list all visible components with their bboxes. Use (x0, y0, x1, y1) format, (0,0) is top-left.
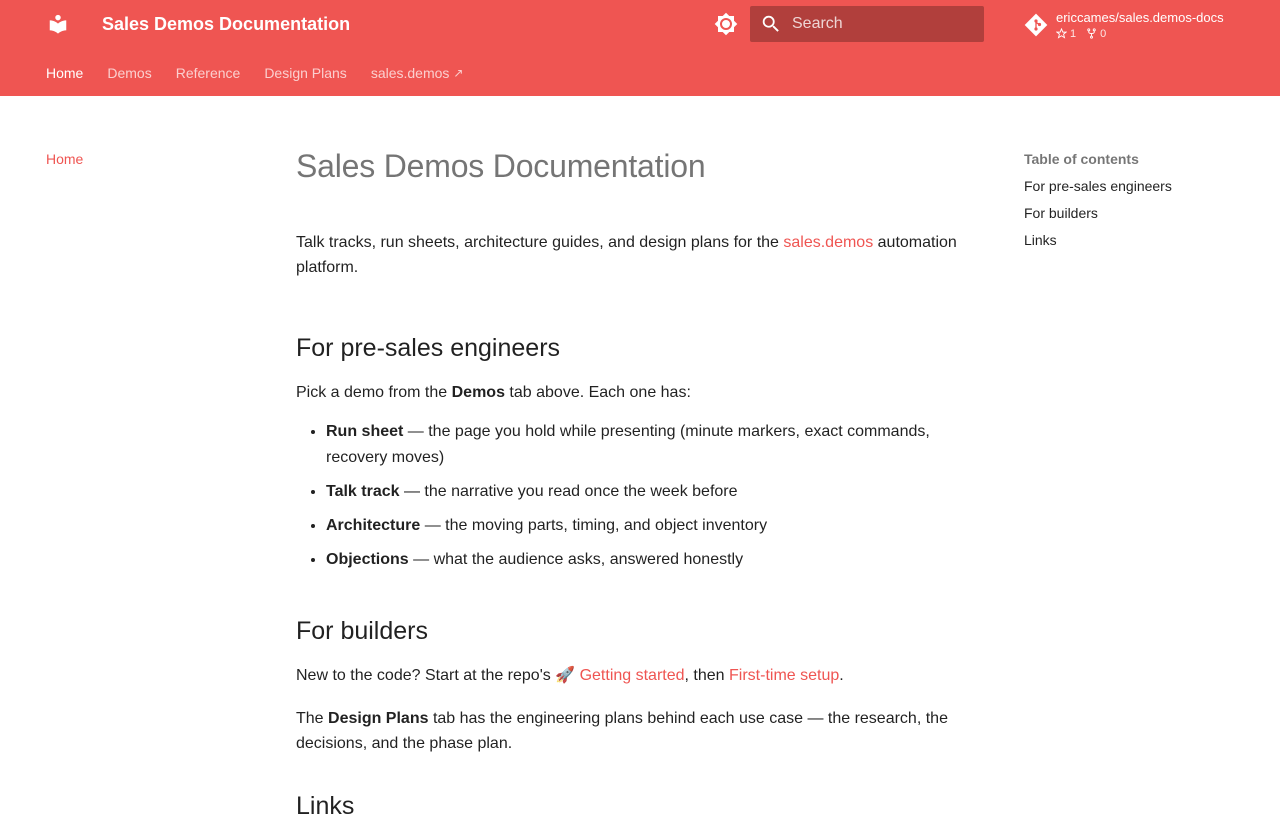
list-item: Objections — what the audience asks, ans… (326, 547, 986, 573)
list-item-term: Talk track (326, 483, 400, 500)
list-item-term: Objections (326, 551, 409, 568)
toc-item-links[interactable]: Links (1024, 231, 1254, 249)
tab-sales-demos[interactable]: sales.demos ↗ (371, 60, 464, 86)
list-item-text: — the page you hold while presenting (mi… (326, 423, 930, 466)
list-item: Talk track — the narrative you read once… (326, 479, 986, 505)
git-icon (1024, 13, 1048, 37)
forks-count: 0 (1100, 27, 1107, 40)
builders-text: New to the code? Start at the repo's 🚀 (296, 667, 580, 684)
repo-forks: 0 (1086, 27, 1106, 41)
fork-icon (1087, 28, 1096, 39)
repo-link[interactable]: ericcames/sales.demos-docs 1 0 (1024, 8, 1244, 42)
heading-links: Links (296, 792, 355, 820)
toc-title: Table of contents (1024, 151, 1139, 167)
getting-started-link[interactable]: Getting started (580, 667, 685, 684)
heading-builders: For builders (296, 617, 428, 645)
tab-demos[interactable]: Demos (107, 60, 151, 86)
tab-design-plans[interactable]: Design Plans (264, 60, 347, 86)
builders-paragraph: New to the code? Start at the repo's 🚀 G… (296, 663, 986, 688)
presales-paragraph: Pick a demo from the Demos tab above. Ea… (296, 380, 986, 405)
builders-text-mid: , then (684, 667, 730, 684)
tab-home[interactable]: Home (46, 60, 83, 86)
main-content: Sales Demos Documentation Talk tracks, r… (296, 142, 986, 838)
heading-presales: For pre-sales engineers (296, 334, 561, 362)
sidebar: Home (46, 150, 246, 169)
star-icon (1056, 28, 1067, 39)
presales-text-end: tab above. Each one has: (504, 384, 691, 401)
toc-item-presales[interactable]: For pre-sales engineers (1024, 177, 1254, 195)
intro-paragraph: Talk tracks, run sheets, architecture gu… (296, 230, 986, 280)
list-item-text: — the narrative you read once the week b… (399, 483, 738, 500)
table-of-contents: Table of contents For pre-sales engineer… (1024, 150, 1254, 258)
sales-demos-link[interactable]: sales.demos (783, 234, 873, 251)
tab-reference[interactable]: Reference (176, 60, 241, 86)
list-item-term: Run sheet (326, 423, 404, 440)
page-title: Sales Demos Documentation (296, 148, 706, 184)
search-box[interactable] (750, 6, 999, 42)
sidebar-item-home[interactable]: Home (46, 151, 83, 167)
builders-text-end: . (839, 667, 844, 684)
site-title: Sales Demos Documentation (102, 14, 351, 34)
demos-strong: Demos (451, 384, 505, 401)
repo-name: ericcames/sales.demos-docs (1056, 9, 1224, 25)
logo-icon[interactable] (46, 12, 70, 36)
tab-bar: Home Demos Reference Design Plans sales.… (46, 60, 487, 86)
intro-text: Talk tracks, run sheets, architecture gu… (296, 234, 784, 251)
search-input[interactable] (792, 6, 999, 42)
list-item: Run sheet — the page you hold while pres… (326, 419, 986, 471)
external-link-icon: ↗ (453, 66, 464, 80)
presales-text: Pick a demo from the (296, 384, 452, 401)
stars-count: 1 (1070, 27, 1077, 40)
design-plans-paragraph: The Design Plans tab has the engineering… (296, 706, 986, 756)
list-item-text: — the moving parts, timing, and object i… (420, 517, 768, 534)
plans-text: The (296, 710, 329, 727)
header: Sales Demos Documentation ericcames/sale… (0, 0, 1280, 96)
list-item-term: Architecture (326, 517, 421, 534)
demo-contents-list: Run sheet — the page you hold while pres… (296, 419, 986, 573)
repo-stars: 1 (1056, 27, 1076, 41)
list-item: Architecture — the moving parts, timing,… (326, 513, 986, 539)
toc-item-builders[interactable]: For builders (1024, 204, 1254, 222)
first-time-setup-link[interactable]: First-time setup (729, 667, 839, 684)
theme-toggle-icon[interactable] (712, 10, 740, 38)
tab-sales-demos-label: sales.demos (370, 65, 450, 81)
list-item-text: — what the audience asks, answered hones… (408, 551, 744, 568)
design-plans-strong: Design Plans (328, 710, 429, 727)
search-icon (760, 12, 782, 36)
